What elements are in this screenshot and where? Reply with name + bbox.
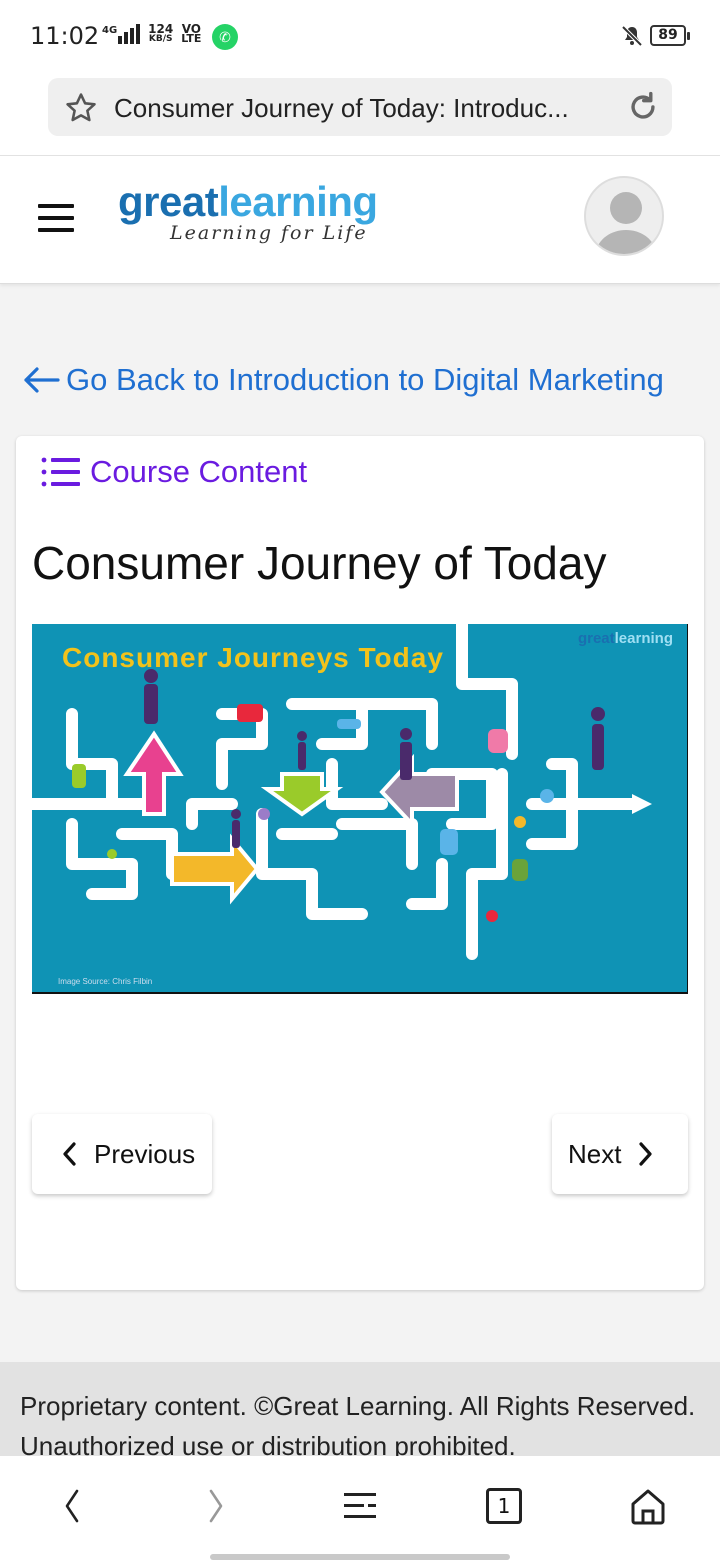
slide-logo: greatlearning [578,630,673,647]
status-bar: 11:02 4G 124 KB/S VO LTE ✆ 89 [0,0,720,72]
next-label: Next [568,1138,622,1169]
reload-icon[interactable] [626,90,660,124]
tab-count: 1 [486,1488,522,1524]
lesson-card: Course Content Consumer Journey of Today [16,436,704,1290]
arrow-left-icon [24,367,60,393]
notifications-muted-icon [621,25,643,47]
previous-button[interactable]: Previous [32,1114,212,1194]
forward-icon[interactable] [192,1482,240,1530]
next-button[interactable]: Next [552,1114,688,1194]
page-title[interactable]: Consumer Journey of Today: Introduc... [114,93,614,124]
page-footer: Proprietary content. ©Great Learning. Al… [0,1362,720,1456]
slide-title: Consumer Journeys Today [62,642,444,673]
data-speed-value: 124 [148,22,174,36]
back-link-label: Go Back to Introduction to Digital Marke… [66,362,664,397]
home-icon[interactable] [624,1482,672,1530]
slide-logo-great: great [577,630,615,647]
chevron-left-icon [63,1142,76,1166]
user-avatar[interactable] [584,176,664,256]
gesture-handle[interactable] [210,1554,510,1560]
network-type: 4G [102,25,118,36]
menu-icon[interactable] [38,204,74,234]
menu-lines-icon[interactable] [336,1482,384,1530]
logo-great: great [118,178,219,225]
slide-source-caption: Image Source: Chris Filbin [58,977,153,986]
logo-learning: learning [218,178,378,225]
course-content-toggle[interactable]: Course Content [40,454,307,490]
site-header: greatlearning Learning for Life [0,156,720,284]
volte-bottom: LTE [181,32,202,45]
lesson-title: Consumer Journey of Today [32,537,607,589]
whatsapp-icon: ✆ [212,24,238,50]
signal-icon [118,22,141,44]
user-silhouette-icon [594,192,658,254]
tabs-icon[interactable]: 1 [480,1482,528,1530]
network-indicator: 4G 124 KB/S VO LTE [102,22,201,44]
lesson-video-thumbnail[interactable]: Consumer Journeys Today greatlearning Im… [32,624,688,994]
previous-label: Previous [94,1138,196,1169]
chevron-right-icon [639,1142,653,1166]
course-content-label: Course Content [90,454,308,489]
logo-tagline: Learning for Life [170,222,368,244]
copyright-text: Proprietary content. ©Great Learning. Al… [20,1391,696,1456]
address-bar[interactable]: Consumer Journey of Today: Introduc... [48,78,672,136]
great-learning-logo[interactable]: greatlearning Learning for Life [118,178,428,245]
maze-illustration [32,624,652,960]
list-icon [41,457,80,487]
bookmark-star-icon[interactable] [64,91,98,125]
browser-toolbar: Consumer Journey of Today: Introduc... [0,72,720,156]
back-icon[interactable] [48,1482,96,1530]
status-time: 11:02 [30,22,100,50]
data-speed-unit: KB/S [148,34,173,44]
browser-nav-bar: 1 [0,1456,720,1560]
back-to-course-link[interactable]: Go Back to Introduction to Digital Marke… [22,362,664,398]
slide-logo-learning: learning [614,630,673,647]
battery-indicator: 89 [650,25,690,46]
